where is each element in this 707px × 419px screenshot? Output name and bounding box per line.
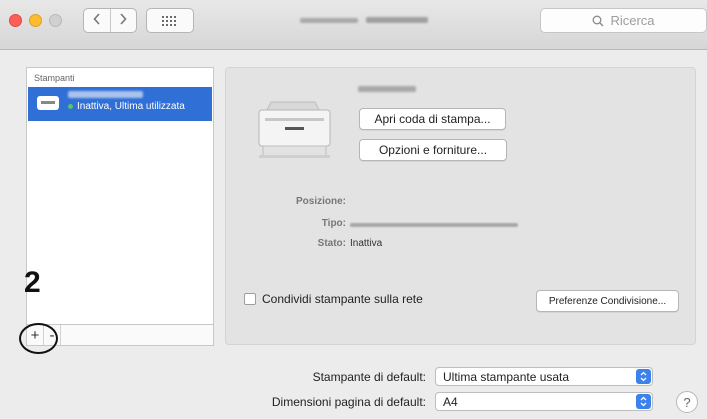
show-all-button[interactable] — [146, 8, 194, 33]
status-value: Inattiva — [350, 238, 383, 249]
printer-list-item[interactable]: Inattiva, Ultima utilizzata — [28, 87, 212, 121]
type-label: Tipo: — [321, 218, 346, 229]
search-icon — [592, 15, 604, 27]
forward-button[interactable] — [109, 9, 137, 32]
default-printer-select[interactable]: Ultima stampante usata — [435, 367, 653, 386]
printer-list: Stampanti Inattiva, Ultima utilizzata — [26, 67, 214, 325]
back-button[interactable] — [84, 9, 110, 32]
navigation-buttons — [83, 8, 137, 33]
options-supplies-button[interactable]: Opzioni e forniture... — [359, 139, 507, 161]
minimize-window-button[interactable] — [29, 14, 42, 27]
chevron-left-icon — [93, 12, 101, 29]
share-printer-label: Condividi stampante sulla rete — [262, 292, 423, 306]
printer-list-header: Stampanti — [34, 73, 75, 83]
printer-detail-panel: Apri coda di stampa... Opzioni e fornitu… — [225, 67, 696, 345]
sharing-preferences-button[interactable]: Preferenze Condivisione... — [536, 290, 679, 312]
default-paper-size-value: A4 — [443, 394, 458, 409]
step-callout-circle — [19, 323, 58, 354]
printer-status-text: Inattiva, Ultima utilizzata — [77, 101, 185, 112]
window-toolbar: Ricerca — [0, 0, 707, 50]
default-paper-size-select[interactable]: A4 — [435, 392, 653, 411]
open-print-queue-button[interactable]: Apri coda di stampa... — [359, 108, 506, 130]
share-printer-checkbox[interactable] — [244, 293, 256, 305]
share-printer-option[interactable]: Condividi stampante sulla rete — [244, 292, 423, 306]
chevron-right-icon — [119, 12, 127, 29]
select-stepper-icon — [636, 394, 651, 409]
status-dot-icon — [68, 104, 73, 109]
zoom-window-button[interactable] — [49, 14, 62, 27]
type-value-redacted — [350, 223, 518, 227]
printer-name-redacted — [68, 91, 143, 98]
select-stepper-icon — [636, 369, 651, 384]
status-label: Stato: — [317, 238, 346, 249]
search-placeholder: Ricerca — [610, 13, 655, 28]
location-label: Posizione: — [295, 196, 346, 207]
default-paper-size-label: Dimensioni pagina di default: — [271, 395, 426, 409]
close-window-button[interactable] — [9, 14, 22, 27]
printer-status: Inattiva, Ultima utilizzata — [68, 101, 185, 112]
step-callout-number: 2 — [24, 266, 41, 299]
printer-illustration — [257, 98, 332, 160]
search-field[interactable]: Ricerca — [540, 8, 707, 33]
default-printer-value: Ultima stampante usata — [443, 369, 570, 384]
window-title-redacted — [300, 17, 450, 25]
printer-icon — [37, 96, 59, 110]
grid-icon — [162, 15, 178, 26]
printer-name-redacted — [358, 86, 416, 92]
help-button[interactable]: ? — [676, 391, 698, 413]
default-printer-label: Stampante di default: — [312, 370, 426, 384]
